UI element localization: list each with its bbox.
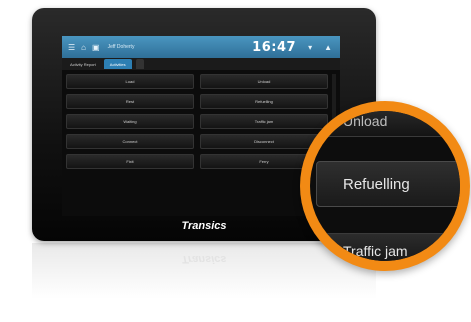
tablet-screen: ☰ ⌂ ▣ Jeff Doherty 16:47 ▾ ▲ Activity Re… [62, 36, 340, 216]
tab-row: Activity Report Activities [62, 58, 340, 70]
zoom-traffic-jam-button: Traffic jam [316, 233, 460, 261]
tab-activity-report[interactable]: Activity Report [64, 59, 102, 69]
waiting-button[interactable]: Waiting [66, 114, 194, 129]
connect-button[interactable]: Connect [66, 134, 194, 149]
clock: 16:47 [252, 39, 297, 55]
refuelling-button[interactable]: Refuelling [200, 94, 328, 109]
top-bar: ☰ ⌂ ▣ Jeff Doherty 16:47 ▾ ▲ [62, 36, 340, 58]
home-icon[interactable]: ⌂ [81, 43, 86, 52]
up-arrow-icon[interactable]: ▲ [324, 43, 332, 52]
zoom-content: Unload Refuelling Traffic jam [310, 111, 460, 261]
user-name: Jeff Doherty [107, 44, 135, 50]
zoom-unload-button: Unload [316, 111, 460, 137]
menu-icon[interactable]: ☰ [68, 43, 75, 52]
tab-activities[interactable]: Activities [103, 59, 132, 69]
topbar-right: 16:47 ▾ ▲ [252, 40, 332, 55]
rest-button[interactable]: Rest [66, 94, 194, 109]
load-button[interactable]: Load [66, 74, 194, 89]
tab-extra[interactable] [135, 59, 144, 69]
zoom-refuelling-button: Refuelling [316, 161, 460, 207]
zoom-magnifier: Unload Refuelling Traffic jam [300, 101, 470, 271]
expand-icon[interactable]: ▾ [308, 43, 312, 52]
activity-grid: Load Unload Rest Refuelling Waiting Traf… [66, 74, 328, 169]
traffic-jam-button[interactable]: Traffic jam [200, 114, 328, 129]
fixit-button[interactable]: Fixit [66, 154, 194, 169]
unload-button[interactable]: Unload [200, 74, 328, 89]
contact-card-icon: ▣ [92, 42, 100, 52]
